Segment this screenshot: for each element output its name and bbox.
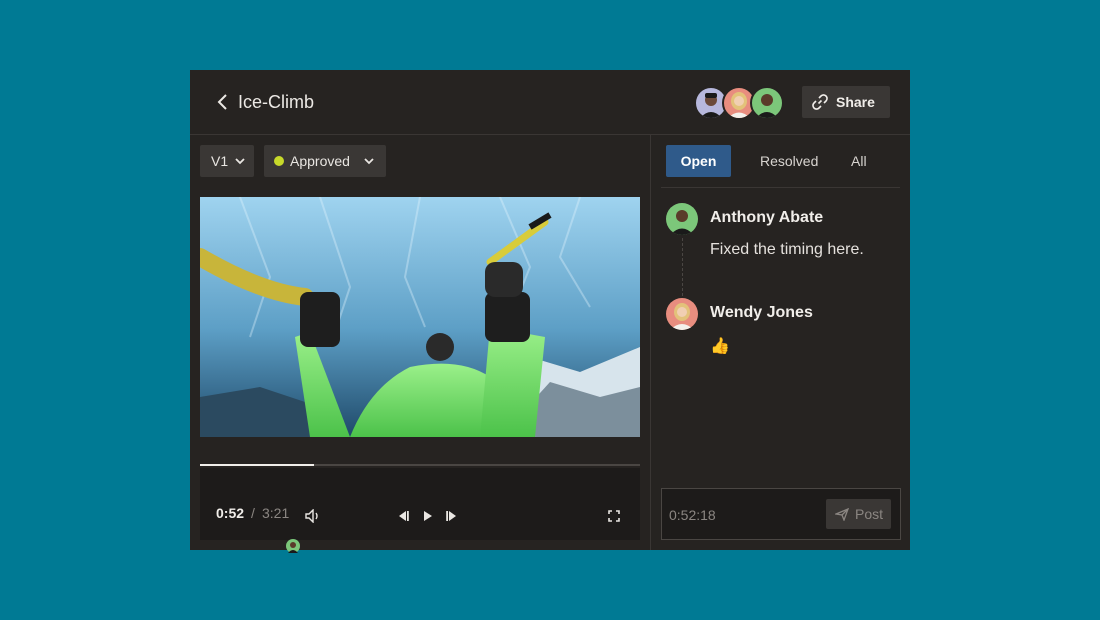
- chevron-down-icon: [364, 158, 374, 165]
- fullscreen-icon[interactable]: [608, 510, 620, 522]
- person-icon: [670, 303, 694, 330]
- play-icon[interactable]: [422, 510, 434, 522]
- review-app-window: Ice-Climb Share V1 Approved 0:52 / 3:21 …: [190, 70, 910, 553]
- video-player-panel: V1 Approved 0:52 / 3:21: [190, 135, 650, 553]
- time-separator: /: [251, 505, 255, 521]
- tab-all[interactable]: All: [851, 145, 867, 177]
- volume-icon[interactable]: [305, 509, 321, 523]
- chevron-left-icon[interactable]: [216, 92, 230, 112]
- video-frame[interactable]: [200, 197, 640, 437]
- status-label: Approved: [290, 153, 350, 169]
- person-icon: [670, 210, 694, 235]
- send-icon: [835, 508, 849, 521]
- tab-resolved[interactable]: Resolved: [760, 145, 818, 177]
- tabs-divider: [661, 187, 900, 188]
- person-icon: [286, 539, 300, 553]
- comment-input[interactable]: [667, 503, 821, 527]
- status-dropdown[interactable]: Approved: [264, 145, 386, 177]
- comments-panel: Open Resolved All Anthony Abate Fixed th…: [651, 135, 910, 550]
- collaborator-avatar-3[interactable]: [750, 86, 784, 120]
- avatar: [666, 298, 698, 330]
- comment-composer: Post: [661, 488, 901, 540]
- avatar: [666, 203, 698, 235]
- comment-marker-avatar[interactable]: [286, 539, 300, 558]
- player-controls: 0:52 / 3:21: [200, 468, 640, 540]
- tab-open[interactable]: Open: [666, 145, 731, 177]
- post-button-label: Post: [855, 506, 884, 522]
- top-bar: Ice-Climb Share: [190, 70, 910, 135]
- link-icon: [812, 94, 828, 110]
- chevron-down-icon: [235, 158, 245, 165]
- timeline-progress: [200, 464, 315, 466]
- status-dot: [274, 156, 284, 166]
- thread-connector: [682, 238, 683, 296]
- step-forward-icon[interactable]: [446, 510, 458, 522]
- comment-text: 👍: [710, 338, 730, 355]
- version-dropdown[interactable]: V1: [200, 145, 254, 177]
- ice-climb-video-still: [200, 197, 640, 437]
- step-back-icon[interactable]: [397, 510, 409, 522]
- timeline-scrubber[interactable]: [200, 464, 640, 466]
- share-button[interactable]: Share: [802, 86, 890, 118]
- page-title: Ice-Climb: [238, 92, 315, 112]
- total-time: 3:21: [262, 505, 290, 521]
- current-time: 0:52: [216, 505, 245, 521]
- person-icon: [756, 94, 778, 118]
- version-label: V1: [211, 153, 229, 169]
- comment-author: Anthony Abate: [710, 209, 824, 226]
- share-button-label: Share: [836, 94, 875, 110]
- post-button[interactable]: Post: [826, 499, 891, 529]
- comment-author: Wendy Jones: [710, 304, 813, 321]
- comment-text: Fixed the timing here.: [710, 241, 864, 258]
